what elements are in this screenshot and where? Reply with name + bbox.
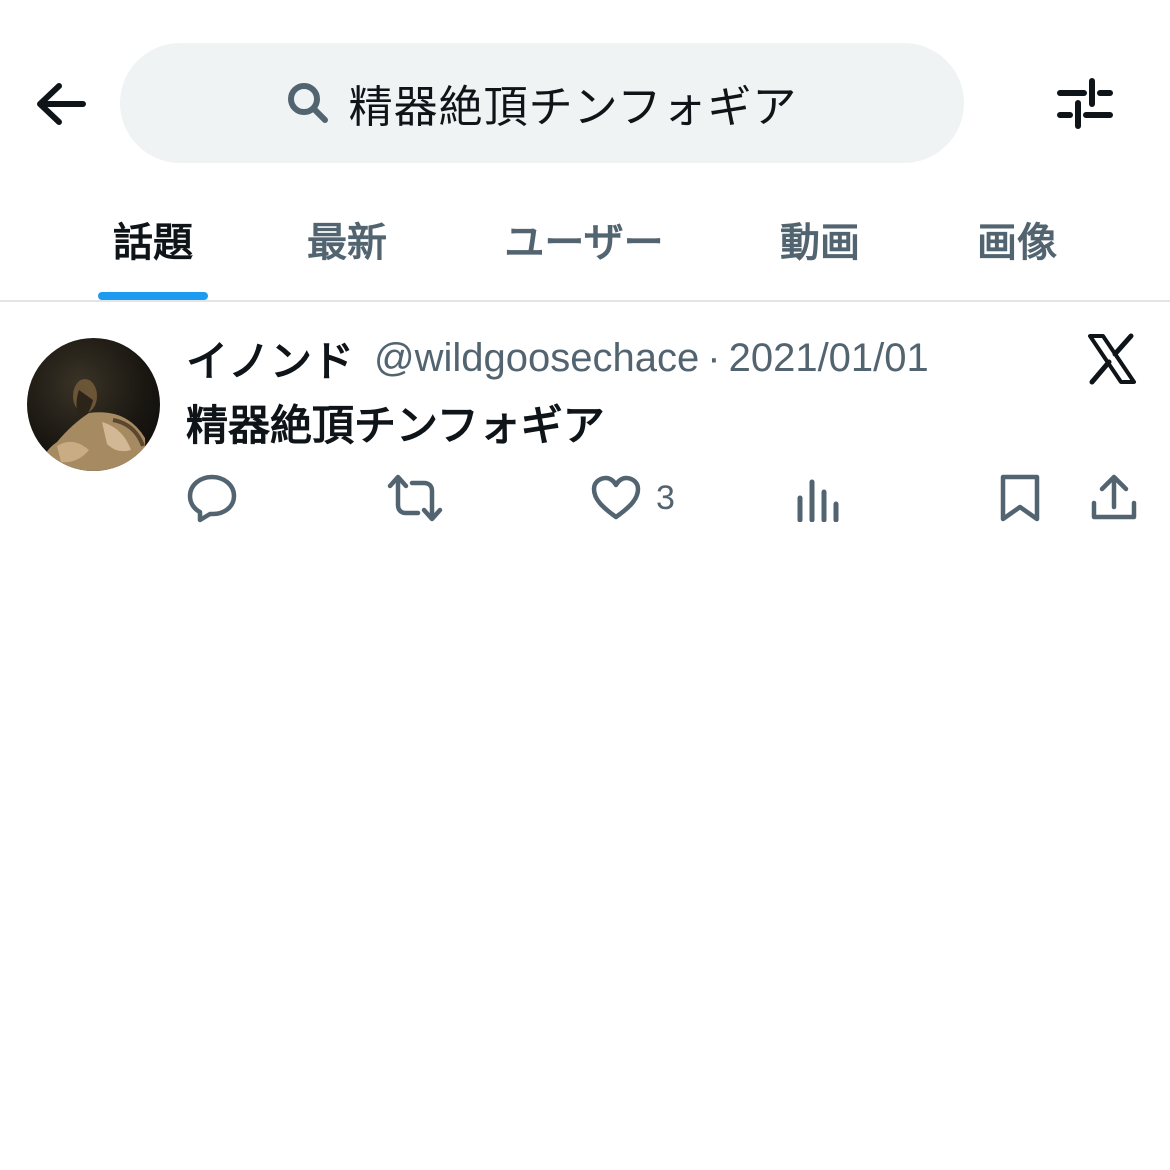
- bookmark-icon: [1000, 474, 1040, 522]
- tab-videos[interactable]: 動画: [765, 190, 875, 302]
- tab-label: ユーザー: [504, 220, 664, 266]
- arrow-left-icon: [37, 83, 86, 125]
- views-icon: [797, 479, 839, 522]
- user-handle[interactable]: @wildgoosechace: [374, 336, 699, 381]
- separator-dot: ·: [707, 335, 721, 380]
- share-icon: [1091, 474, 1137, 520]
- search-icon: [287, 80, 333, 126]
- reply-icon: [187, 474, 237, 523]
- active-tab-indicator: [98, 292, 208, 300]
- tab-people[interactable]: ユーザー: [494, 190, 674, 302]
- search-filter-button[interactable]: [1052, 72, 1118, 134]
- tweet-date[interactable]: 2021/01/01: [729, 336, 929, 381]
- like-button[interactable]: 3: [590, 470, 675, 526]
- filter-sliders-icon: [1057, 78, 1113, 129]
- tab-label: 画像: [977, 220, 1057, 266]
- views-button[interactable]: [796, 470, 840, 526]
- tab-label: 話題: [113, 220, 193, 266]
- share-button[interactable]: [1090, 470, 1138, 526]
- search-results-page: 精器絶頂チンフォギア 話題 最新 ユーザー 動画 画像 イノンド @wildgo…: [0, 0, 1170, 1170]
- avatar[interactable]: [27, 338, 160, 471]
- retweet-icon: [387, 474, 443, 522]
- tweet-text: 精器絶頂チンフォギア: [186, 401, 605, 450]
- x-logo-icon[interactable]: [1086, 333, 1138, 385]
- search-input[interactable]: 精器絶頂チンフォギア: [120, 43, 964, 163]
- search-query-text: 精器絶頂チンフォギア: [348, 82, 798, 133]
- bookmark-button[interactable]: [998, 470, 1042, 526]
- back-button[interactable]: [30, 78, 90, 130]
- like-count: 3: [656, 478, 675, 517]
- tab-latest[interactable]: 最新: [292, 190, 402, 302]
- tabs-divider: [0, 300, 1170, 302]
- tab-label: 最新: [307, 220, 387, 266]
- tab-label: 動画: [780, 220, 860, 266]
- search-tabs: 話題 最新 ユーザー 動画 画像: [0, 190, 1170, 302]
- retweet-button[interactable]: [386, 470, 444, 526]
- heart-icon: [591, 475, 641, 520]
- tab-images[interactable]: 画像: [962, 190, 1072, 302]
- tab-top[interactable]: 話題: [98, 190, 208, 302]
- display-name[interactable]: イノンド: [186, 328, 354, 389]
- reply-button[interactable]: [186, 470, 238, 526]
- avatar-image: [43, 379, 146, 471]
- tweet-header: イノンド @wildgoosechace · 2021/01/01: [186, 330, 929, 386]
